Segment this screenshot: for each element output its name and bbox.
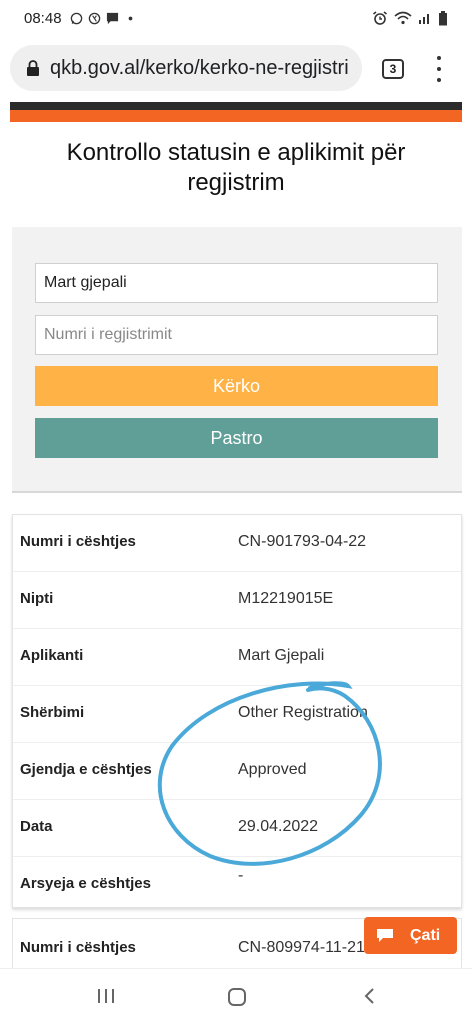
result-card: Numri i cështjes CN-901793-04-22 Nipti M… bbox=[12, 514, 462, 908]
case-status-value: Approved bbox=[238, 761, 307, 778]
site-header-strip bbox=[10, 102, 462, 122]
table-row: Numri i cështjes CN-901793-04-22 bbox=[13, 515, 461, 572]
back-icon[interactable] bbox=[360, 986, 380, 1006]
clear-button[interactable]: Pastro bbox=[35, 418, 438, 458]
chat-bubble-icon bbox=[377, 929, 393, 942]
browser-menu-icon[interactable] bbox=[434, 56, 444, 82]
url-text[interactable]: qkb.gov.al/kerko/kerko-ne-regjistri bbox=[50, 57, 349, 80]
address-bar[interactable]: qkb.gov.al/kerko/kerko-ne-regjistri bbox=[10, 45, 362, 91]
recent-apps-icon[interactable] bbox=[96, 986, 116, 1006]
date-value: 29.04.2022 bbox=[238, 818, 319, 835]
nipt-value: M12219015E bbox=[238, 590, 334, 607]
applicant-name-input[interactable]: Mart gjepali bbox=[35, 263, 438, 303]
case-reason-label: Arsyeja e cështjes bbox=[20, 875, 151, 892]
home-icon[interactable] bbox=[226, 986, 248, 1008]
system-icons bbox=[372, 10, 448, 26]
case-number-value: CN-901793-04-22 bbox=[238, 533, 367, 550]
header-dark-band bbox=[10, 102, 462, 110]
applicant-value: Mart Gjepali bbox=[238, 647, 325, 664]
app-notification-icon bbox=[88, 12, 100, 24]
table-row: Aplikanti Mart Gjepali bbox=[13, 629, 461, 686]
system-navigation-bar bbox=[0, 968, 472, 1024]
registration-number-input[interactable]: Numri i regjistrimit bbox=[35, 315, 438, 355]
search-form: Mart gjepali Numri i regjistrimit Kërko … bbox=[12, 227, 462, 493]
lock-icon bbox=[27, 60, 39, 76]
applicant-label: Aplikanti bbox=[20, 647, 84, 664]
message-icon bbox=[106, 12, 118, 24]
chat-label: Çati bbox=[410, 926, 441, 944]
status-time: 08:48 bbox=[24, 9, 62, 27]
tab-switcher-button[interactable]: 3 bbox=[382, 59, 404, 79]
case-status-label: Gjendja e cështjes bbox=[20, 761, 152, 778]
header-orange-band bbox=[10, 110, 462, 122]
chat-button[interactable]: Çati bbox=[364, 917, 457, 954]
more-notifications-icon bbox=[128, 16, 132, 20]
signal-icon bbox=[419, 14, 429, 24]
nipt-label: Nipti bbox=[20, 590, 54, 607]
wifi-icon bbox=[394, 11, 412, 25]
battery-icon bbox=[439, 10, 447, 25]
notification-icons bbox=[70, 12, 137, 25]
status-bar: 08:48 bbox=[0, 0, 472, 36]
table-row: Shërbimi Other Registration bbox=[13, 686, 461, 743]
table-row: Arsyeja e cështjes - bbox=[13, 857, 461, 914]
whatsapp-icon bbox=[70, 12, 82, 24]
browser-toolbar: qkb.gov.al/kerko/kerko-ne-regjistri 3 bbox=[0, 36, 472, 102]
case-number-label: Numri i cështjes bbox=[20, 533, 136, 550]
case-number-label: Numri i cështjes bbox=[20, 939, 136, 956]
service-label: Shërbimi bbox=[20, 704, 85, 721]
service-value: Other Registration bbox=[238, 704, 368, 721]
table-row: Nipti M12219015E bbox=[13, 572, 461, 629]
table-row: Data 29.04.2022 bbox=[13, 800, 461, 857]
search-button[interactable]: Kërko bbox=[35, 366, 438, 406]
case-number-value: CN-809974-11-21 bbox=[238, 939, 365, 956]
date-label: Data bbox=[20, 818, 53, 835]
table-row: Gjendja e cështjes Approved bbox=[13, 743, 461, 800]
page-title: Kontrollo statusin e aplikimit për regji… bbox=[66, 139, 406, 196]
alarm-icon bbox=[373, 11, 387, 25]
case-reason-value: - bbox=[238, 867, 244, 884]
